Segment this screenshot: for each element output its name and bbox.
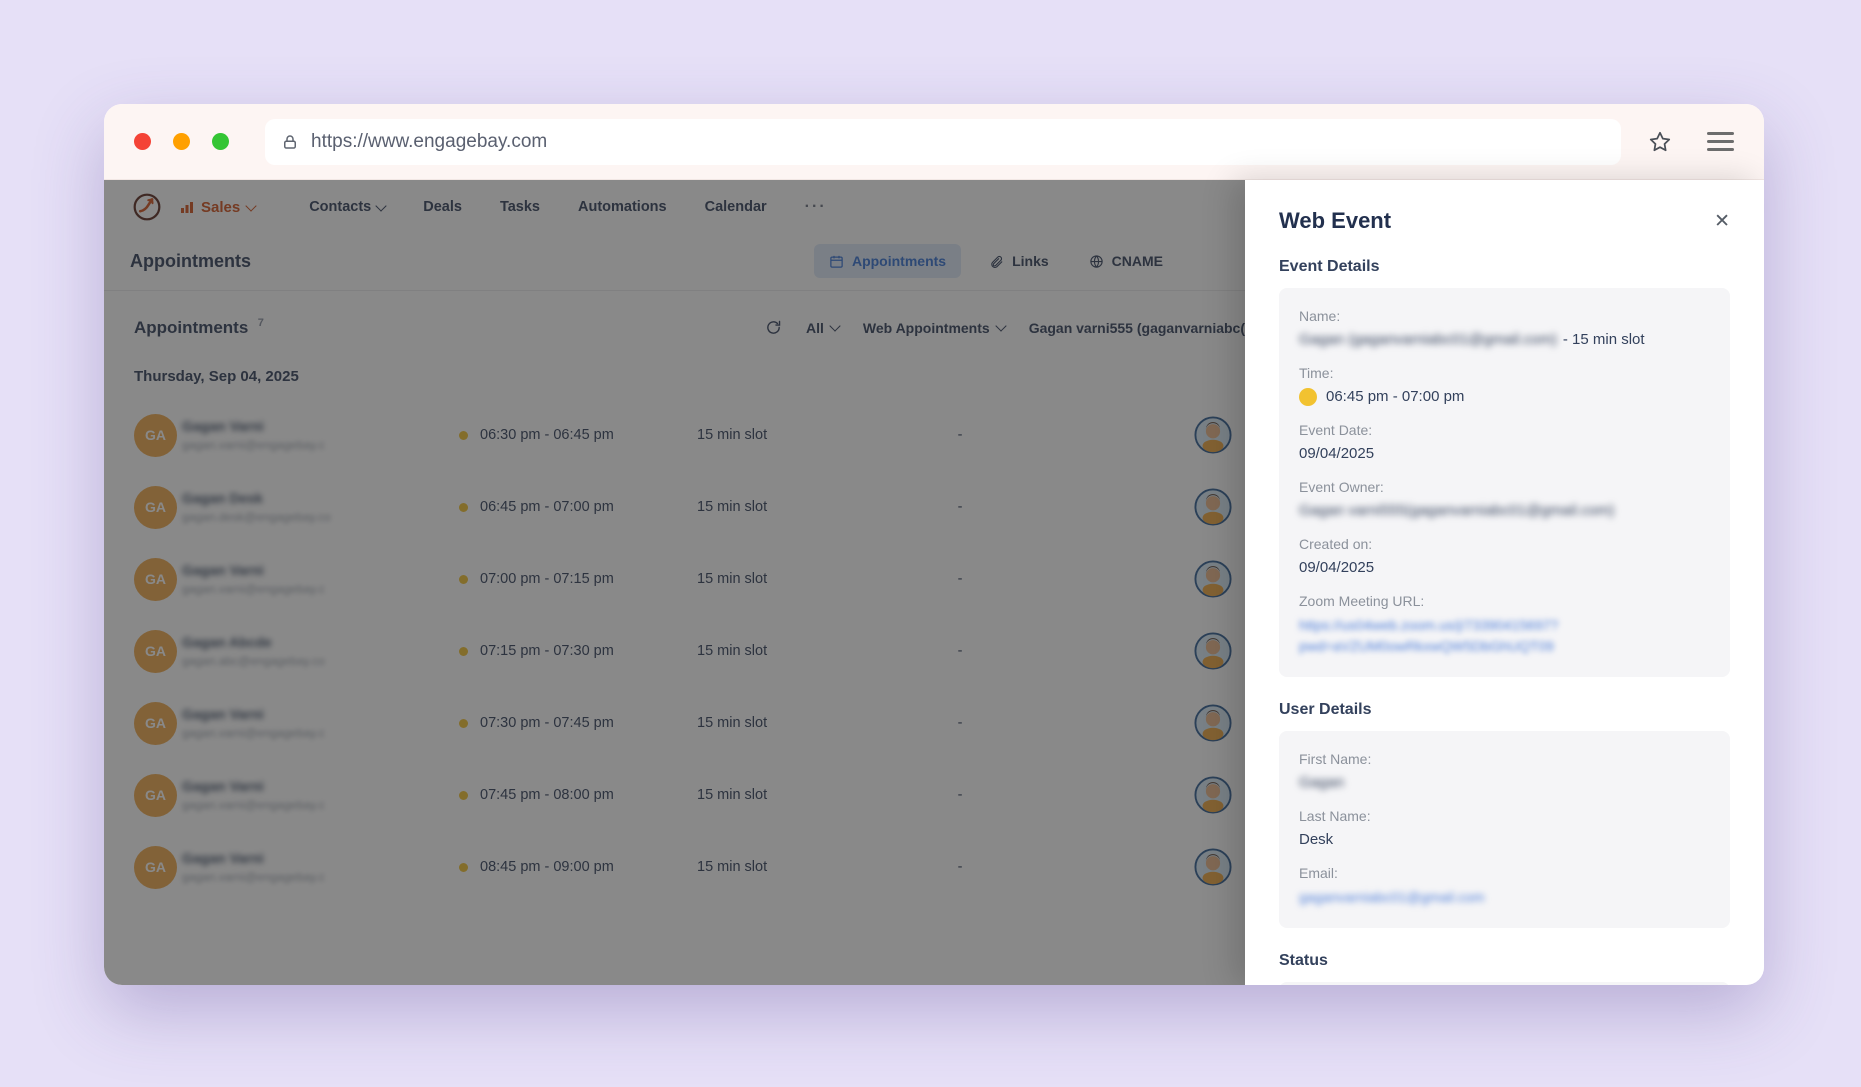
slot-color-dot <box>1299 388 1317 406</box>
event-date-value: 09/04/2025 <box>1299 445 1375 462</box>
field-label: Event Owner: <box>1299 479 1384 495</box>
status-heading: Status <box>1279 952 1328 969</box>
event-details-card: Name: Gagan (gaganvarniabc01@gmail.com) -… <box>1279 288 1730 677</box>
user-details-heading: User Details <box>1279 701 1372 718</box>
url-bar[interactable]: https://www.engagebay.com <box>265 118 1621 165</box>
field-label: Name: <box>1299 308 1341 324</box>
panel-header: Web Event ✕ <box>1279 208 1730 234</box>
field-label: Last Name: <box>1299 808 1371 824</box>
app-area: Sales Contacts Deals Tasks Automa <box>104 180 1764 985</box>
browser-window: https://www.engagebay.com Sales <box>104 104 1764 985</box>
web-event-panel: Web Event ✕ Event Details Name: Gagan (g… <box>1245 180 1764 985</box>
field-event-owner: Event Owner: Gagan varni555(gaganvarniab… <box>1299 479 1710 521</box>
status-card-cutoff <box>1279 982 1730 985</box>
main-content: Sales Contacts Deals Tasks Automa <box>104 180 1245 985</box>
last-name-value: Desk <box>1299 831 1334 848</box>
field-label: Email: <box>1299 865 1338 881</box>
browser-chrome: https://www.engagebay.com <box>104 104 1764 180</box>
traffic-light-maximize-button[interactable] <box>212 133 229 150</box>
browser-menu-icon[interactable] <box>1707 132 1734 151</box>
field-label: Created on: <box>1299 536 1373 552</box>
bookmark-star-icon[interactable] <box>1647 129 1673 155</box>
lock-icon <box>281 133 299 151</box>
field-zoom-url: Zoom Meeting URL: https://us04web.zoom.u… <box>1299 593 1710 657</box>
panel-title: Web Event <box>1279 208 1392 233</box>
field-label: Event Date: <box>1299 422 1373 438</box>
event-owner-blurred: Gagan varni555(gaganvarniabc01@gmail.com… <box>1299 502 1615 519</box>
event-name-suffix: - 15 min slot <box>1562 331 1645 348</box>
field-label: First Name: <box>1299 751 1372 767</box>
event-time-value: 06:45 pm - 07:00 pm <box>1326 388 1465 405</box>
user-details-card: First Name: Gagan Last Name: Desk Email:… <box>1279 731 1730 928</box>
field-name: Name: Gagan (gaganvarniabc01@gmail.com) -… <box>1299 308 1710 350</box>
event-name-blurred: Gagan (gaganvarniabc01@gmail.com) <box>1299 331 1557 348</box>
field-label: Time: <box>1299 365 1334 381</box>
email-blurred: gaganvarniabc01@gmail.com <box>1299 889 1485 905</box>
field-created-on: Created on: 09/04/2025 <box>1299 536 1710 578</box>
window-controls <box>134 133 229 150</box>
created-on-value: 09/04/2025 <box>1299 559 1375 576</box>
traffic-light-close-button[interactable] <box>134 133 151 150</box>
first-name-blurred: Gagan <box>1299 774 1345 791</box>
zoom-url-link-blurred[interactable]: pwd=aVZUM0owRkxwQW5DbGhUQT09 <box>1299 636 1554 657</box>
field-time: Time: 06:45 pm - 07:00 pm <box>1299 365 1710 407</box>
field-label: Zoom Meeting URL: <box>1299 593 1425 609</box>
field-email: Email: gaganvarniabc01@gmail.com <box>1299 865 1710 908</box>
close-icon[interactable]: ✕ <box>1714 212 1730 231</box>
zoom-url-link-blurred[interactable]: https://us04web.zoom.us/j/73390415697? <box>1299 615 1558 636</box>
url-text: https://www.engagebay.com <box>311 130 548 152</box>
field-first-name: First Name: Gagan <box>1299 751 1710 793</box>
event-details-heading: Event Details <box>1279 258 1380 275</box>
field-event-date: Event Date: 09/04/2025 <box>1299 422 1710 464</box>
field-last-name: Last Name: Desk <box>1299 808 1710 850</box>
traffic-light-minimize-button[interactable] <box>173 133 190 150</box>
modal-overlay <box>104 180 1245 985</box>
